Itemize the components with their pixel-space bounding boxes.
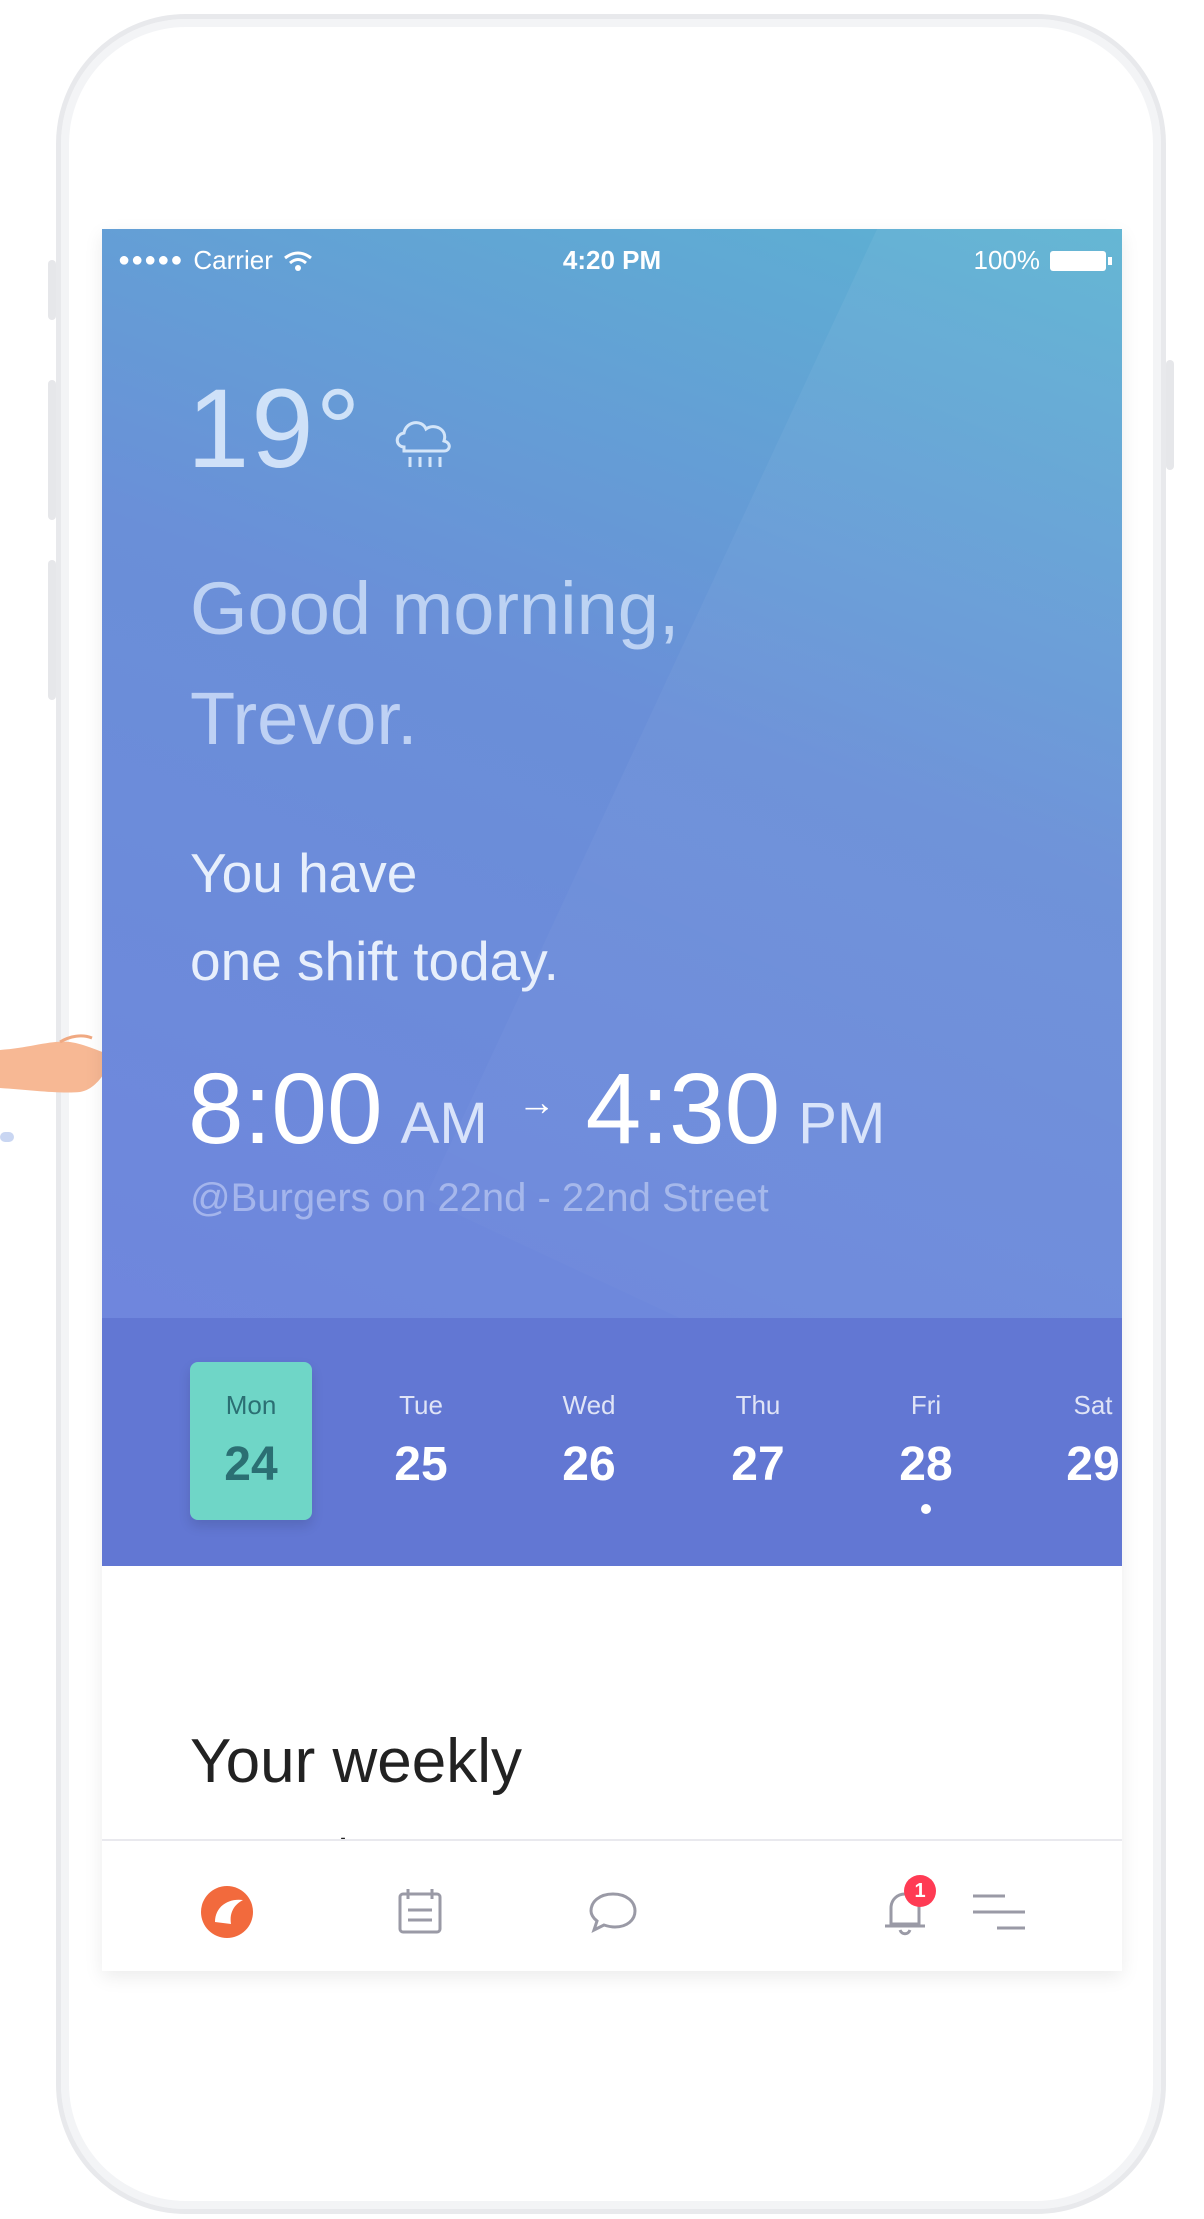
day-name: Fri [910, 1390, 942, 1420]
day-thu[interactable]: Thu 27 [697, 1362, 819, 1520]
mute-switch [48, 260, 56, 320]
greeting-line-1: Good morning, [190, 567, 680, 650]
hero-panel: ●●●●● Carrier 4:20 PM 100% 19° Good morn… [102, 229, 1122, 1318]
greeting-line-2: Trevor. [190, 677, 418, 760]
volume-down-button [48, 560, 56, 700]
calendar-icon [398, 1889, 442, 1934]
day-name: Wed [562, 1390, 616, 1420]
shift-end-time: 4:30 [585, 1053, 781, 1165]
day-name: Sat [1073, 1390, 1113, 1420]
tab-notifications[interactable]: 1 [870, 1875, 940, 1947]
day-name: Tue [399, 1390, 443, 1420]
shift-start-period: AM [400, 1091, 488, 1156]
event-dot [921, 1504, 931, 1514]
battery-icon [1050, 250, 1112, 271]
tab-menu[interactable] [964, 1877, 1034, 1947]
day-date: 25 [394, 1438, 448, 1491]
day-sat[interactable]: Sat 29 [1032, 1362, 1122, 1520]
day-wed[interactable]: Wed 26 [528, 1362, 650, 1520]
status-time: 4:20 PM [562, 245, 662, 275]
day-date: 24 [224, 1438, 278, 1491]
shift-summary-line-1: You have [190, 842, 418, 904]
shift-times[interactable]: 8:00 AM → 4:30 PM [188, 1052, 885, 1167]
temperature: 19° [187, 366, 363, 491]
arrow-right-icon: → [517, 1082, 556, 1124]
volume-up-button [48, 380, 56, 520]
tab-schedule[interactable] [385, 1877, 455, 1947]
tab-bar: 1 [102, 1839, 1122, 1971]
home-icon [201, 1886, 253, 1938]
tab-messages[interactable] [578, 1877, 648, 1947]
cloud-rain-icon [395, 421, 451, 467]
shift-summary: You have one shift today. [190, 829, 559, 1005]
power-button [1166, 360, 1174, 470]
shift-end-period: PM [798, 1091, 886, 1156]
notification-badge: 1 [904, 1875, 936, 1907]
day-mon[interactable]: Mon 24 [190, 1362, 312, 1520]
day-date: 29 [1066, 1438, 1120, 1491]
tab-home[interactable] [192, 1877, 262, 1947]
day-date: 27 [731, 1438, 785, 1491]
app-screen: ●●●●● Carrier 4:20 PM 100% 19° Good morn… [102, 229, 1122, 1971]
day-name: Thu [735, 1390, 781, 1420]
greeting: Good morning, Trevor. [190, 554, 680, 774]
shift-summary-line-2: one shift today. [190, 930, 559, 992]
menu-icon [973, 1894, 1025, 1930]
day-date: 26 [562, 1438, 616, 1491]
status-bar: ●●●●● Carrier 4:20 PM 100% [102, 243, 1122, 283]
day-name: Mon [225, 1390, 277, 1420]
day-selector: Mon 24 Tue 25 Wed 26 Thu 27 Fri 28 Sat 2… [102, 1318, 1122, 1566]
battery-percent: 100% [973, 245, 1041, 275]
weekly-report-line-1: Your weekly [190, 1727, 523, 1796]
chat-icon [589, 1892, 637, 1933]
indicator-dash [0, 1132, 14, 1142]
day-tue[interactable]: Tue 25 [360, 1362, 482, 1520]
day-fri[interactable]: Fri 28 [865, 1362, 987, 1520]
shift-location: @Burgers on 22nd - 22nd Street [190, 1176, 769, 1220]
day-date: 28 [899, 1438, 953, 1491]
shift-start-time: 8:00 [188, 1053, 383, 1165]
